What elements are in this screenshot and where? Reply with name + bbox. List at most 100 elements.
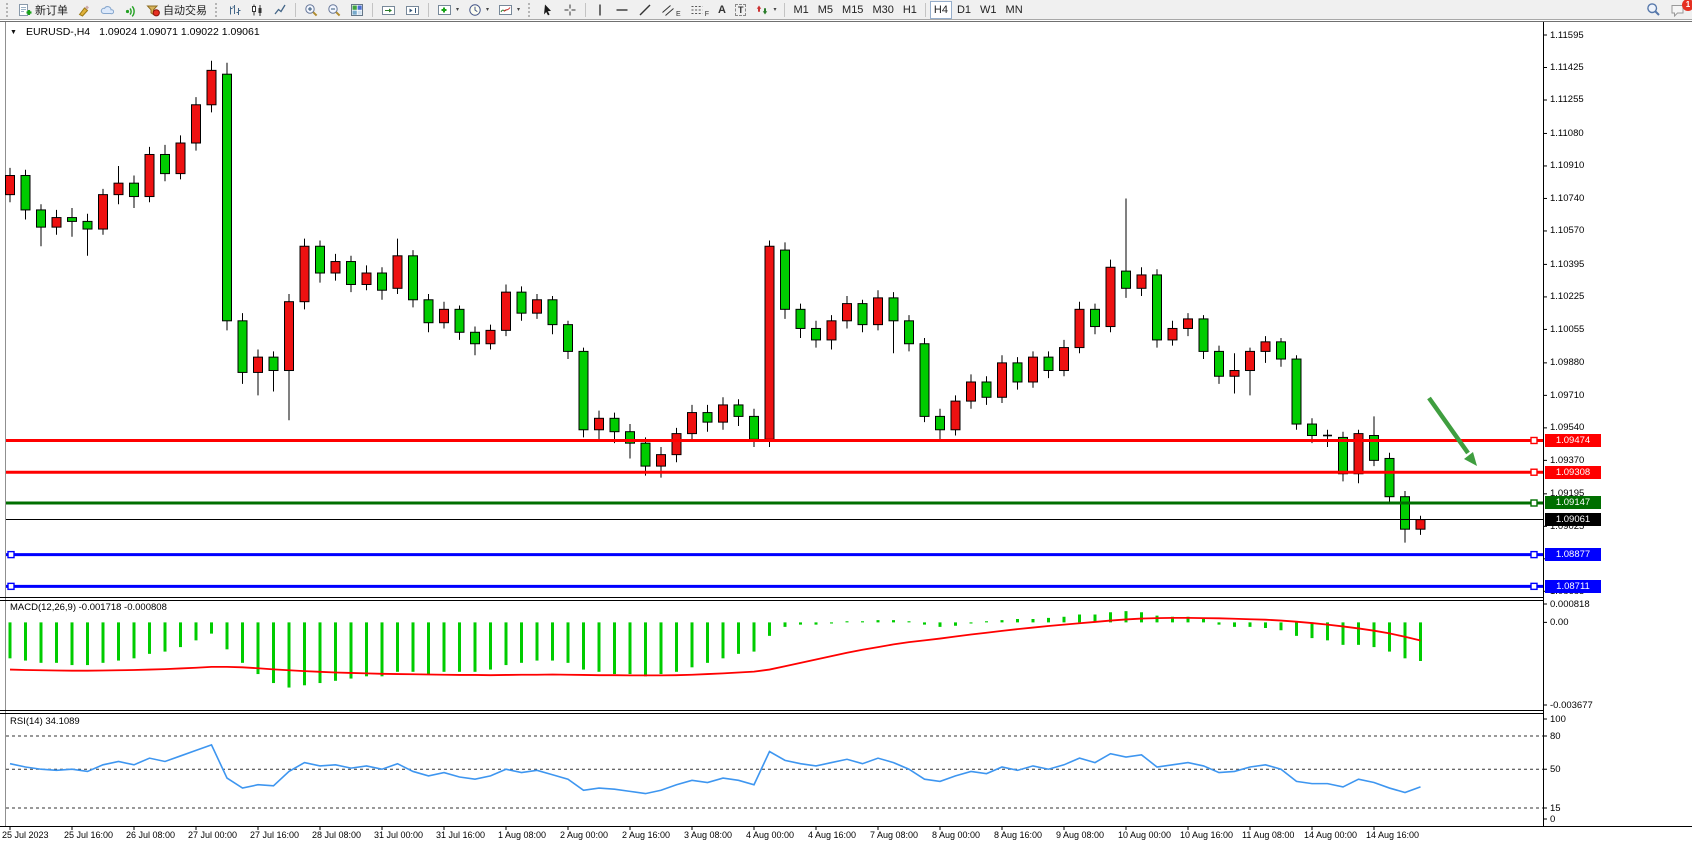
candle	[1044, 357, 1053, 370]
candle	[672, 434, 681, 455]
candle	[827, 321, 836, 340]
horizontal-line-button[interactable]	[611, 1, 633, 19]
candle	[471, 332, 480, 343]
new-order-button[interactable]: 新订单	[14, 1, 72, 19]
arrows-icon	[755, 3, 769, 17]
toolbar-grip[interactable]	[6, 3, 10, 17]
timeframe-button-H1[interactable]: H1	[899, 1, 921, 19]
candle	[1199, 319, 1208, 351]
line-anchor[interactable]	[1531, 500, 1537, 506]
candle	[254, 357, 263, 372]
zoom-in-button[interactable]	[300, 1, 322, 19]
candle	[1184, 319, 1193, 329]
chart-symbol-period: EURUSD-,H4	[26, 26, 90, 38]
candle	[905, 321, 914, 344]
timeframe-button-H4[interactable]: H4	[930, 1, 952, 19]
auto-scroll-button[interactable]	[377, 1, 400, 19]
search-button[interactable]	[1642, 1, 1665, 19]
candle	[238, 321, 247, 373]
candle	[998, 363, 1007, 397]
trendline-button[interactable]	[634, 1, 656, 19]
timeframe-button-M30[interactable]: M30	[868, 1, 897, 19]
line-anchor[interactable]	[1531, 583, 1537, 589]
timeframe-button-MN[interactable]: MN	[1002, 1, 1027, 19]
candle	[393, 256, 402, 288]
candle	[192, 105, 201, 143]
toolbar-grip[interactable]	[215, 3, 219, 17]
toolbar-separator	[784, 3, 785, 17]
line-chart-button[interactable]	[269, 1, 291, 19]
template-icon	[498, 3, 513, 17]
line-anchor[interactable]	[1531, 437, 1537, 443]
styler-button[interactable]	[73, 1, 95, 19]
candle	[936, 416, 945, 429]
annotation-arrow[interactable]	[1429, 398, 1477, 466]
crosshair-icon	[563, 3, 577, 17]
candle	[1215, 351, 1224, 376]
line-anchor[interactable]	[8, 552, 14, 558]
cloud-button[interactable]	[96, 1, 118, 19]
candles	[6, 61, 1426, 543]
text-button[interactable]: A	[714, 1, 730, 19]
indicators-button[interactable]: ▾	[433, 1, 463, 19]
candle	[1137, 275, 1146, 288]
timeframe-button-D1[interactable]: D1	[953, 1, 975, 19]
channel-sub-label: E	[676, 11, 681, 18]
candle	[1029, 357, 1038, 382]
line-anchor[interactable]	[1531, 469, 1537, 475]
new-order-label: 新订单	[35, 2, 68, 18]
candle	[486, 330, 495, 343]
toolbar-separator	[295, 3, 296, 17]
candle	[579, 351, 588, 429]
candle	[1416, 520, 1425, 530]
candle	[812, 328, 821, 339]
candle	[719, 405, 728, 422]
candle	[1153, 275, 1162, 340]
tile-windows-button[interactable]	[346, 1, 368, 19]
line-anchor[interactable]	[1531, 552, 1537, 558]
chart-canvas[interactable]	[0, 0, 1692, 849]
candle	[564, 325, 573, 352]
equidistant-channel-button[interactable]: E	[657, 1, 685, 19]
chart-shift-button[interactable]	[401, 1, 424, 19]
fibonacci-icon	[690, 3, 704, 17]
timeframe-button-W1[interactable]: W1	[976, 1, 1001, 19]
candle	[1339, 437, 1348, 473]
timeframe-button-M5[interactable]: M5	[814, 1, 837, 19]
toolbar: 新订单 自动交易 ▾ ▾	[0, 0, 1692, 20]
rsi-label: RSI(14) 34.1089	[10, 716, 80, 727]
candle	[502, 292, 511, 330]
chat-button[interactable]: 1	[1666, 1, 1689, 19]
timeframe-button-M1[interactable]: M1	[789, 1, 812, 19]
text-label-button[interactable]: T	[731, 1, 751, 19]
trendline-icon	[638, 3, 652, 17]
chat-badge: 1	[1682, 0, 1692, 11]
fibonacci-button[interactable]: F	[686, 1, 713, 19]
line-chart-icon	[273, 3, 287, 17]
periods-button[interactable]: ▾	[464, 1, 493, 19]
templates-button[interactable]: ▾	[494, 1, 524, 19]
chart-menu-icon[interactable]: ▼	[10, 29, 17, 36]
candlestick-chart-button[interactable]	[246, 1, 268, 19]
auto-trading-button[interactable]: 自动交易	[142, 1, 211, 19]
timeframe-button-M15[interactable]: M15	[838, 1, 867, 19]
zoom-out-button[interactable]	[323, 1, 345, 19]
chevron-down-icon: ▾	[517, 6, 520, 13]
signals-button[interactable]	[119, 1, 141, 19]
candle	[6, 176, 15, 195]
chart-title: ▼ EURUSD-,H4 1.09024 1.09071 1.09022 1.0…	[10, 26, 260, 38]
candle	[1091, 309, 1100, 326]
candle	[223, 74, 232, 321]
vertical-line-button[interactable]	[590, 1, 610, 19]
cursor-button[interactable]	[536, 1, 558, 19]
arrows-button[interactable]: ▾	[751, 1, 780, 19]
toolbar-grip[interactable]	[528, 3, 532, 17]
macd-signal-line	[10, 618, 1421, 676]
line-anchor[interactable]	[8, 583, 14, 589]
bar-chart-button[interactable]	[223, 1, 245, 19]
crosshair-button[interactable]	[559, 1, 581, 19]
horizontal-line-icon	[615, 3, 629, 17]
rsi-pane	[6, 736, 1543, 808]
candle	[37, 210, 46, 227]
candle	[858, 304, 867, 325]
